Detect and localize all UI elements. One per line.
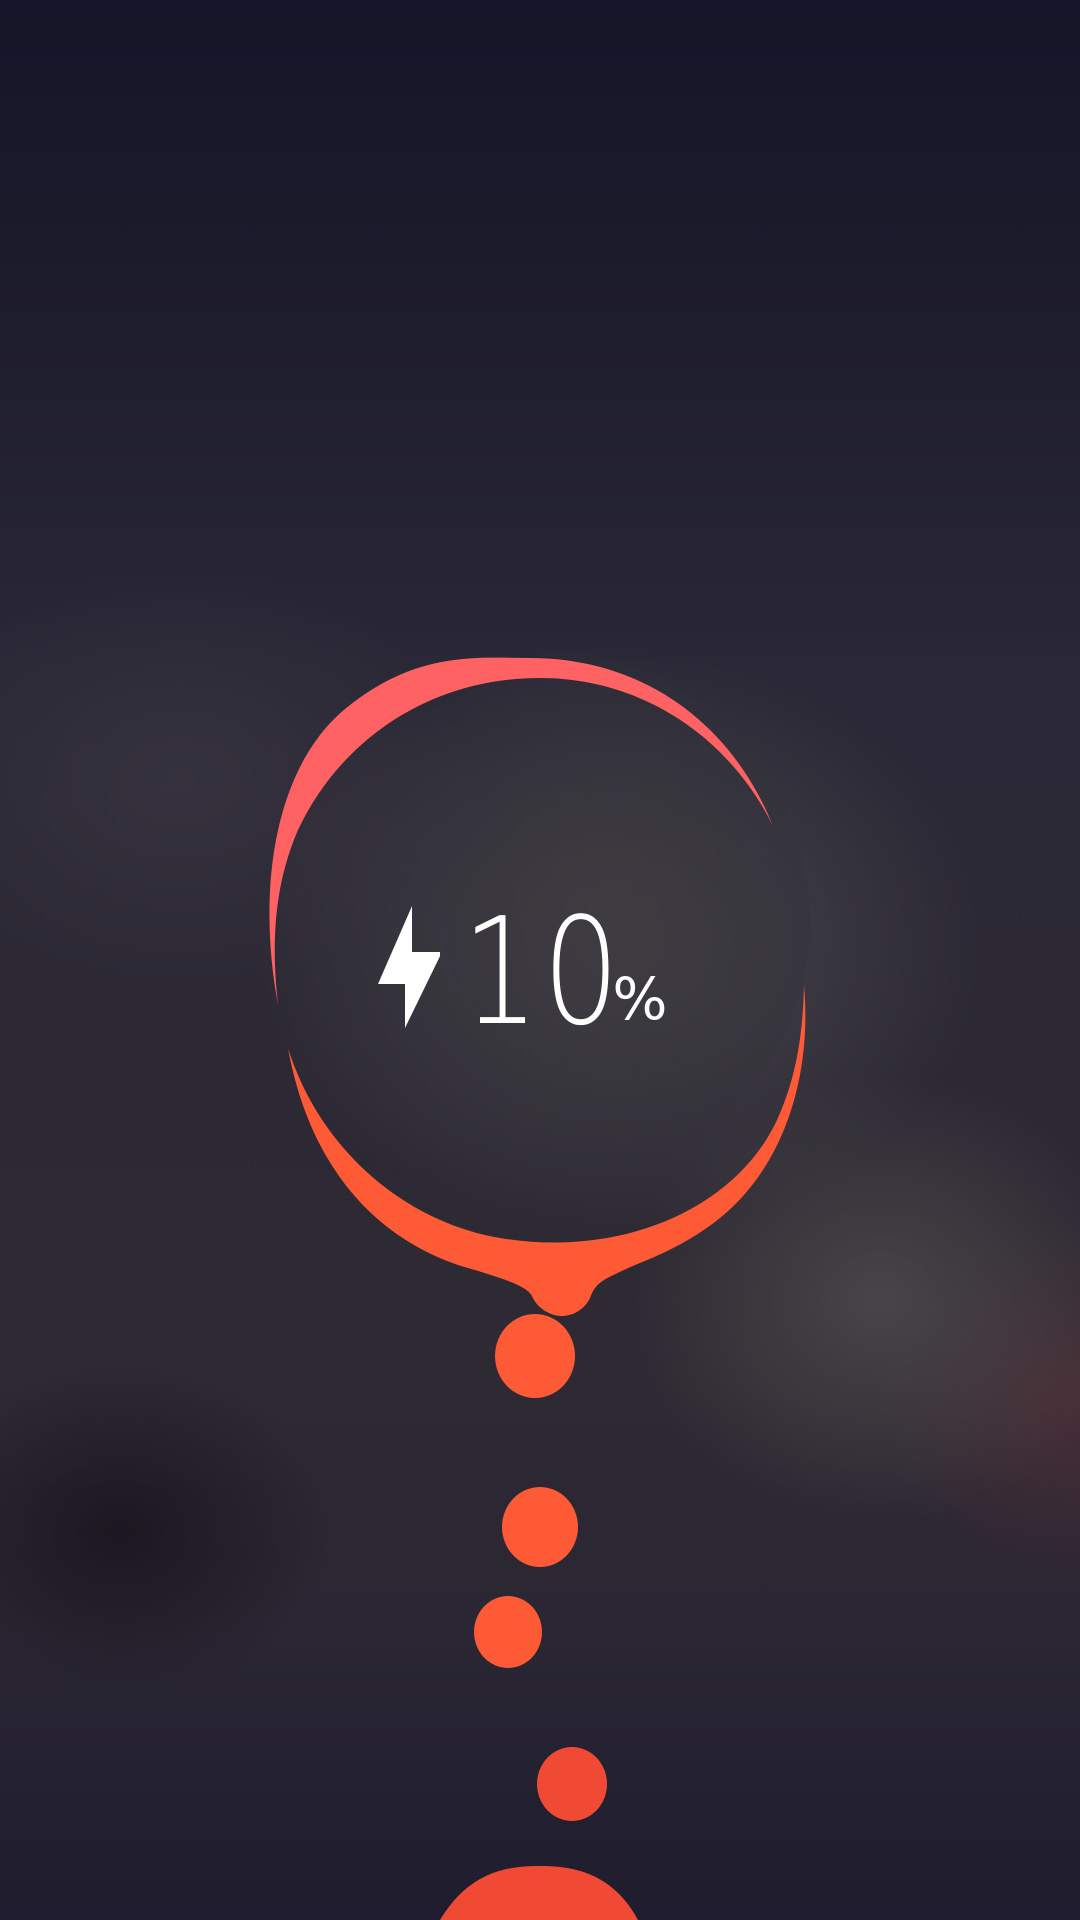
battery-readout: 10 % — [372, 886, 667, 1058]
lightning-bolt-icon — [378, 906, 440, 1028]
charge-droplet-2 — [502, 1487, 578, 1567]
charge-droplet-4 — [537, 1747, 607, 1821]
charging-screen: 10 % — [0, 0, 1080, 1920]
battery-level: 10 — [462, 886, 623, 1058]
charge-source-blob — [440, 1866, 638, 1920]
charge-droplet-1 — [495, 1314, 575, 1398]
charge-droplet-3 — [474, 1596, 542, 1668]
